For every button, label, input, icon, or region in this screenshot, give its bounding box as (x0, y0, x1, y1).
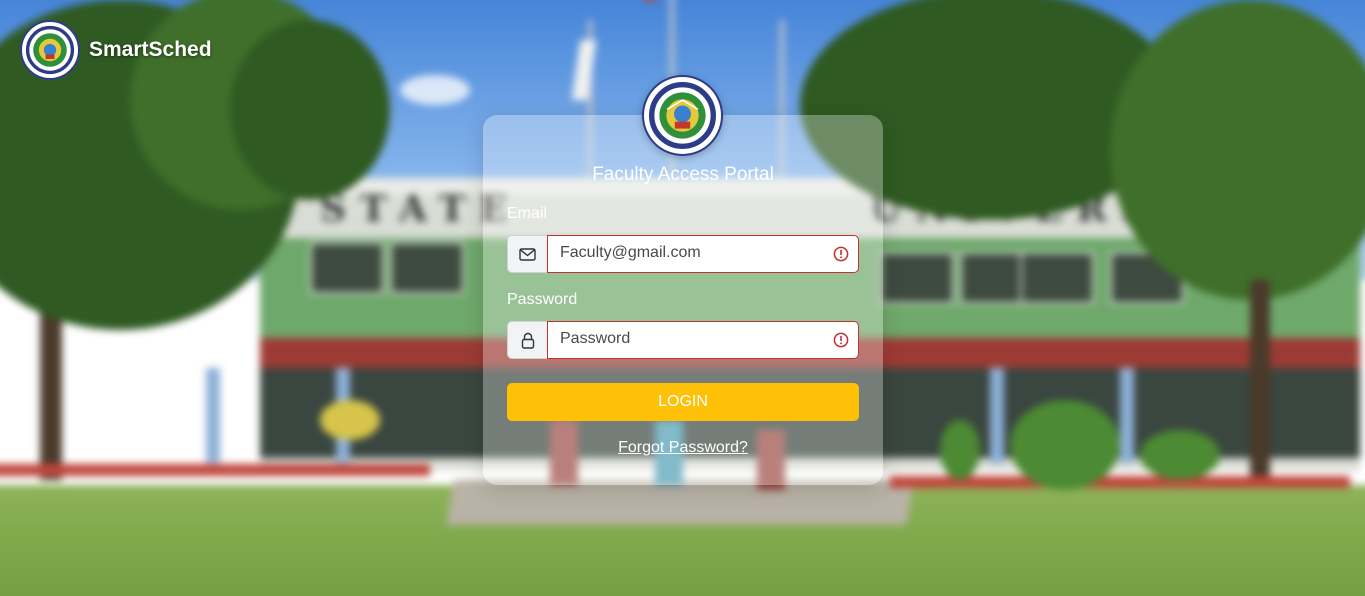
university-seal-icon (642, 75, 723, 156)
email-label: Email (507, 205, 548, 222)
envelope-icon (507, 235, 547, 273)
lock-icon (507, 321, 547, 359)
app-name: SmartSched (89, 38, 212, 61)
email-field-group (507, 235, 859, 273)
university-seal-icon (20, 20, 80, 80)
login-button[interactable]: LOGIN (507, 383, 859, 421)
error-circle-icon (833, 332, 849, 348)
portal-title: Faculty Access Portal (592, 164, 774, 185)
email-input[interactable] (548, 236, 840, 270)
brand[interactable]: SmartSched (20, 20, 212, 80)
password-field-group (507, 321, 859, 359)
error-circle-icon (833, 246, 849, 262)
forgot-password-link[interactable]: Forgot Password? (483, 439, 883, 457)
password-label: Password (507, 291, 578, 308)
password-input[interactable] (548, 322, 840, 356)
